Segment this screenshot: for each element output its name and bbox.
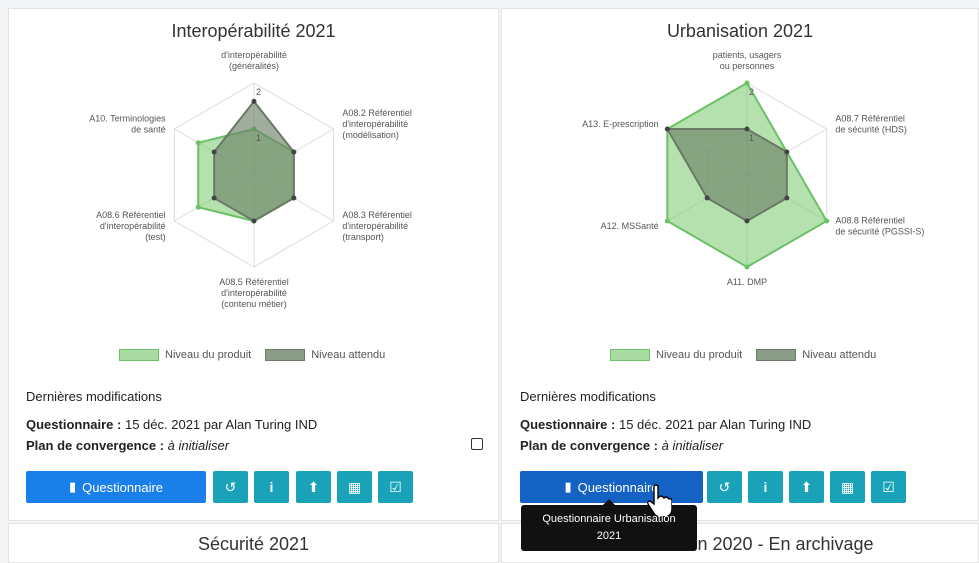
history-button[interactable]: ↺: [213, 471, 248, 503]
recent-changes-heading: Dernières modifications: [520, 389, 656, 404]
card-interoperabilite: Interopérabilité 2021 1 2 A08.1 Référentie…: [8, 8, 499, 521]
axis-label: A10. Terminologies de santé: [89, 114, 166, 135]
card-title: Interopérabilité 2021: [171, 21, 336, 41]
questionnaire-button-label: Questionnaire: [82, 479, 164, 495]
plan-info: Plan de convergence : à initialiser: [26, 438, 229, 453]
data-point: [291, 149, 297, 155]
chart-legend: Niveau du produit Niveau attendu: [610, 349, 876, 361]
plan-info: Plan de convergence : à initialiser: [520, 438, 723, 453]
info-icon: i: [763, 479, 768, 495]
questionnaire-label: Questionnaire :: [520, 417, 616, 432]
calendar-check-button[interactable]: ☑: [871, 471, 906, 503]
data-point: [744, 218, 750, 224]
history-icon: ↺: [718, 478, 731, 495]
note-icon[interactable]: [471, 438, 483, 450]
recent-changes-heading: Dernières modifications: [26, 389, 162, 404]
calendar-icon: ▦: [347, 478, 362, 495]
legend-swatch-expected: [265, 349, 306, 361]
questionnaire-date: 15 déc. 2021 par Alan Turing IND: [124, 417, 318, 432]
axis-label: A08.7 Référentiel de sécurité (HDS): [835, 114, 907, 135]
data-point: [664, 218, 670, 224]
axis-label: A08.5 Référentiel d'interopérabilité (cont…: [219, 277, 289, 309]
calendar-check-icon: ☑: [389, 478, 402, 495]
document-icon: ▮: [564, 479, 572, 494]
data-point: [704, 195, 710, 201]
legend-swatch-product: [610, 349, 650, 361]
history-button[interactable]: ↺: [707, 471, 742, 503]
legend-product: Niveau du produit: [656, 349, 743, 361]
data-point: [744, 80, 750, 86]
tick-label: 1: [749, 133, 754, 143]
data-point: [664, 126, 670, 132]
axis-label: A08.2 Référentiel d'interopérabilité (modé…: [342, 108, 412, 140]
tick-label: 2: [256, 87, 261, 97]
data-point: [211, 149, 217, 155]
axis-label: A08.3 Référentiel d'interopérabilité (tran…: [342, 210, 412, 242]
plan-label: Plan de convergence :: [26, 438, 164, 453]
chart-legend: Niveau du produit Niveau attendu: [119, 349, 385, 361]
legend-expected: Niveau attendu: [311, 349, 386, 361]
data-point: [744, 264, 750, 270]
plan-status: à initialiser: [661, 438, 724, 453]
info-icon: i: [269, 479, 274, 495]
history-icon: ↺: [224, 478, 237, 495]
calendar-check-button[interactable]: ☑: [378, 471, 413, 503]
calendar-icon: ▦: [840, 478, 855, 495]
data-point: [784, 195, 790, 201]
legend-swatch-product: [119, 349, 159, 361]
card-title: Urbanisation 2021: [666, 21, 814, 41]
data-point: [291, 195, 297, 201]
card-urbanisation: Urbanisation 2021 1 2 A06. Identificationé…: [501, 8, 979, 521]
tick-label: 2: [749, 87, 754, 97]
card-title: Sécurité 2021: [197, 534, 310, 554]
axis-label: A12. MSSanté: [601, 221, 659, 231]
plan-status: à initialiser: [167, 438, 230, 453]
axis-label: A11. DMP: [727, 277, 767, 287]
hand-cursor-icon: [647, 484, 672, 516]
data-point: [251, 98, 257, 104]
questionnaire-info: Questionnaire : 15 déc. 2021 par Alan Tu…: [26, 417, 317, 432]
info-button[interactable]: i: [748, 471, 783, 503]
calendar-check-icon: ☑: [882, 478, 895, 495]
radar-chart-interoperabilite: 1 2 A08.1 Référentield'interopérabilité(gé…: [89, 49, 412, 309]
questionnaire-button[interactable]: ▮ Questionnaire: [26, 471, 206, 503]
calendar-button[interactable]: ▦: [337, 471, 372, 503]
plan-label: Plan de convergence :: [520, 438, 658, 453]
upload-button[interactable]: ⬆: [296, 471, 331, 503]
questionnaire-date: 15 déc. 2021 par Alan Turing IND: [618, 417, 812, 432]
axis-label: A08.1 Référentield'interopérabilité(géné…: [219, 49, 289, 71]
axis-label: A08.6 Référentiel d'interopérabilité (test…: [96, 210, 166, 242]
data-point: [784, 149, 790, 155]
series-area-expected: [213, 99, 295, 223]
tick-label: 1: [256, 133, 261, 143]
upload-icon: ⬆: [307, 478, 320, 495]
legend-swatch-expected: [756, 349, 797, 361]
data-point: [744, 126, 750, 132]
questionnaire-label: Questionnaire :: [26, 417, 122, 432]
axis-label: A06. Identificationélectronique despatie…: [711, 49, 783, 71]
data-point: [824, 218, 830, 224]
upload-button[interactable]: ⬆: [789, 471, 824, 503]
legend-product: Niveau du produit: [165, 349, 252, 361]
info-button[interactable]: i: [254, 471, 289, 503]
legend-expected: Niveau attendu: [802, 349, 877, 361]
upload-icon: ⬆: [800, 478, 813, 495]
axis-label: A13. E-prescription: [582, 119, 659, 129]
questionnaire-info: Questionnaire : 15 déc. 2021 par Alan Tu…: [520, 417, 811, 432]
card-securite: Sécurité 2021: [8, 523, 499, 563]
radar-chart-urbanisation: 1 2 A06. Identificationélectronique despat…: [582, 49, 924, 287]
document-icon: ▮: [68, 479, 77, 494]
axis-label: A08.8 Référentiel de sécurité (PGSSI-S): [835, 216, 924, 237]
tooltip-text: Questionnaire Urbanisation 2021: [542, 513, 676, 542]
calendar-button[interactable]: ▦: [830, 471, 865, 503]
data-point: [195, 204, 201, 210]
data-point: [251, 218, 257, 224]
data-point: [211, 195, 217, 201]
data-point: [195, 140, 201, 146]
